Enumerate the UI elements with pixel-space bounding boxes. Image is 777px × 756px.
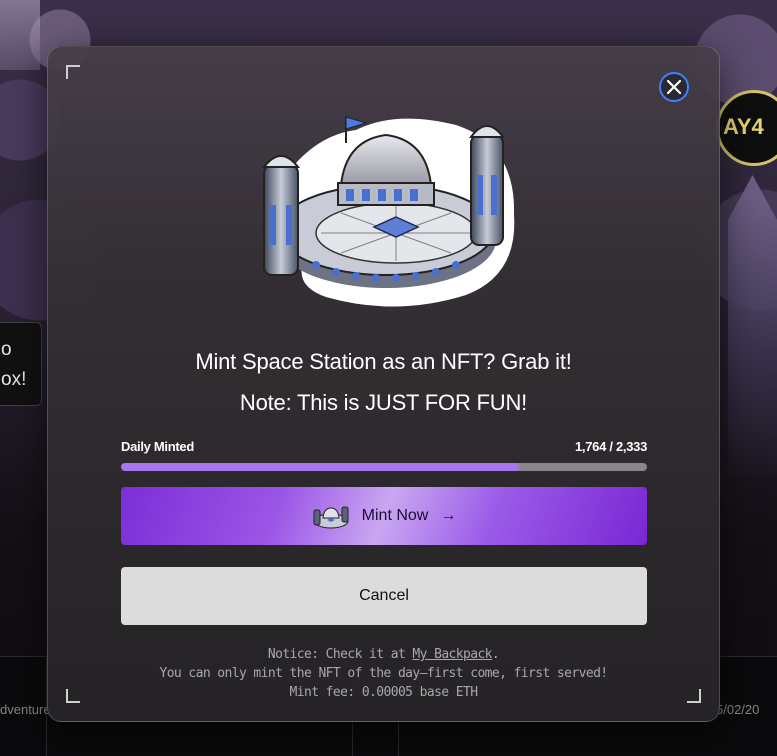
cancel-label: Cancel <box>359 587 409 604</box>
modal-title: Mint Space Station as an NFT? Grab it! <box>195 349 572 374</box>
arrow-right-icon: → <box>440 507 457 524</box>
progress-fill <box>121 463 519 471</box>
background-bottom-left-text: dventure <box>0 702 51 717</box>
background-side-text-2: ox! <box>1 369 27 390</box>
modal-note: Note: This is JUST FOR FUN! <box>239 390 528 415</box>
background-side-panel: o ox! <box>0 322 42 406</box>
close-button[interactable] <box>659 72 689 102</box>
background-side-text-1: o <box>1 339 12 360</box>
cancel-button[interactable]: Cancel <box>121 567 647 625</box>
progress-count: 1,764 / 2,333 <box>575 439 647 454</box>
background-crystal <box>728 175 777 475</box>
close-icon <box>666 79 682 95</box>
notice-suffix: . <box>491 647 500 662</box>
space-station-illustration <box>261 116 515 307</box>
progress-bar <box>121 463 647 471</box>
my-backpack-link[interactable]: My Backpack <box>412 647 492 662</box>
notice-line-2: You can only mint the NFT of the day—fir… <box>159 666 608 681</box>
background-bottom-right-text: 5/02/20 <box>716 702 760 717</box>
notice-line-1: Notice: Check it at My Backpack. <box>48 647 719 662</box>
day-badge: AY4 <box>716 90 777 166</box>
corner-bracket <box>66 65 80 79</box>
mint-nft-modal: Mint Space Station as an NFT? Grab it! N… <box>47 46 720 722</box>
progress-label: Daily Minted <box>121 439 194 454</box>
day-badge-text: AY4 <box>723 114 764 139</box>
mint-now-label: Mint Now <box>361 507 429 524</box>
mint-fee-text: Mint fee: 0.00005 base ETH <box>289 685 479 700</box>
background-tower <box>0 0 40 70</box>
notice-prefix: Notice: Check it at <box>267 647 413 662</box>
mint-now-button[interactable]: Mint Now → <box>121 487 647 545</box>
space-station-thumbnail-icon <box>313 506 349 529</box>
